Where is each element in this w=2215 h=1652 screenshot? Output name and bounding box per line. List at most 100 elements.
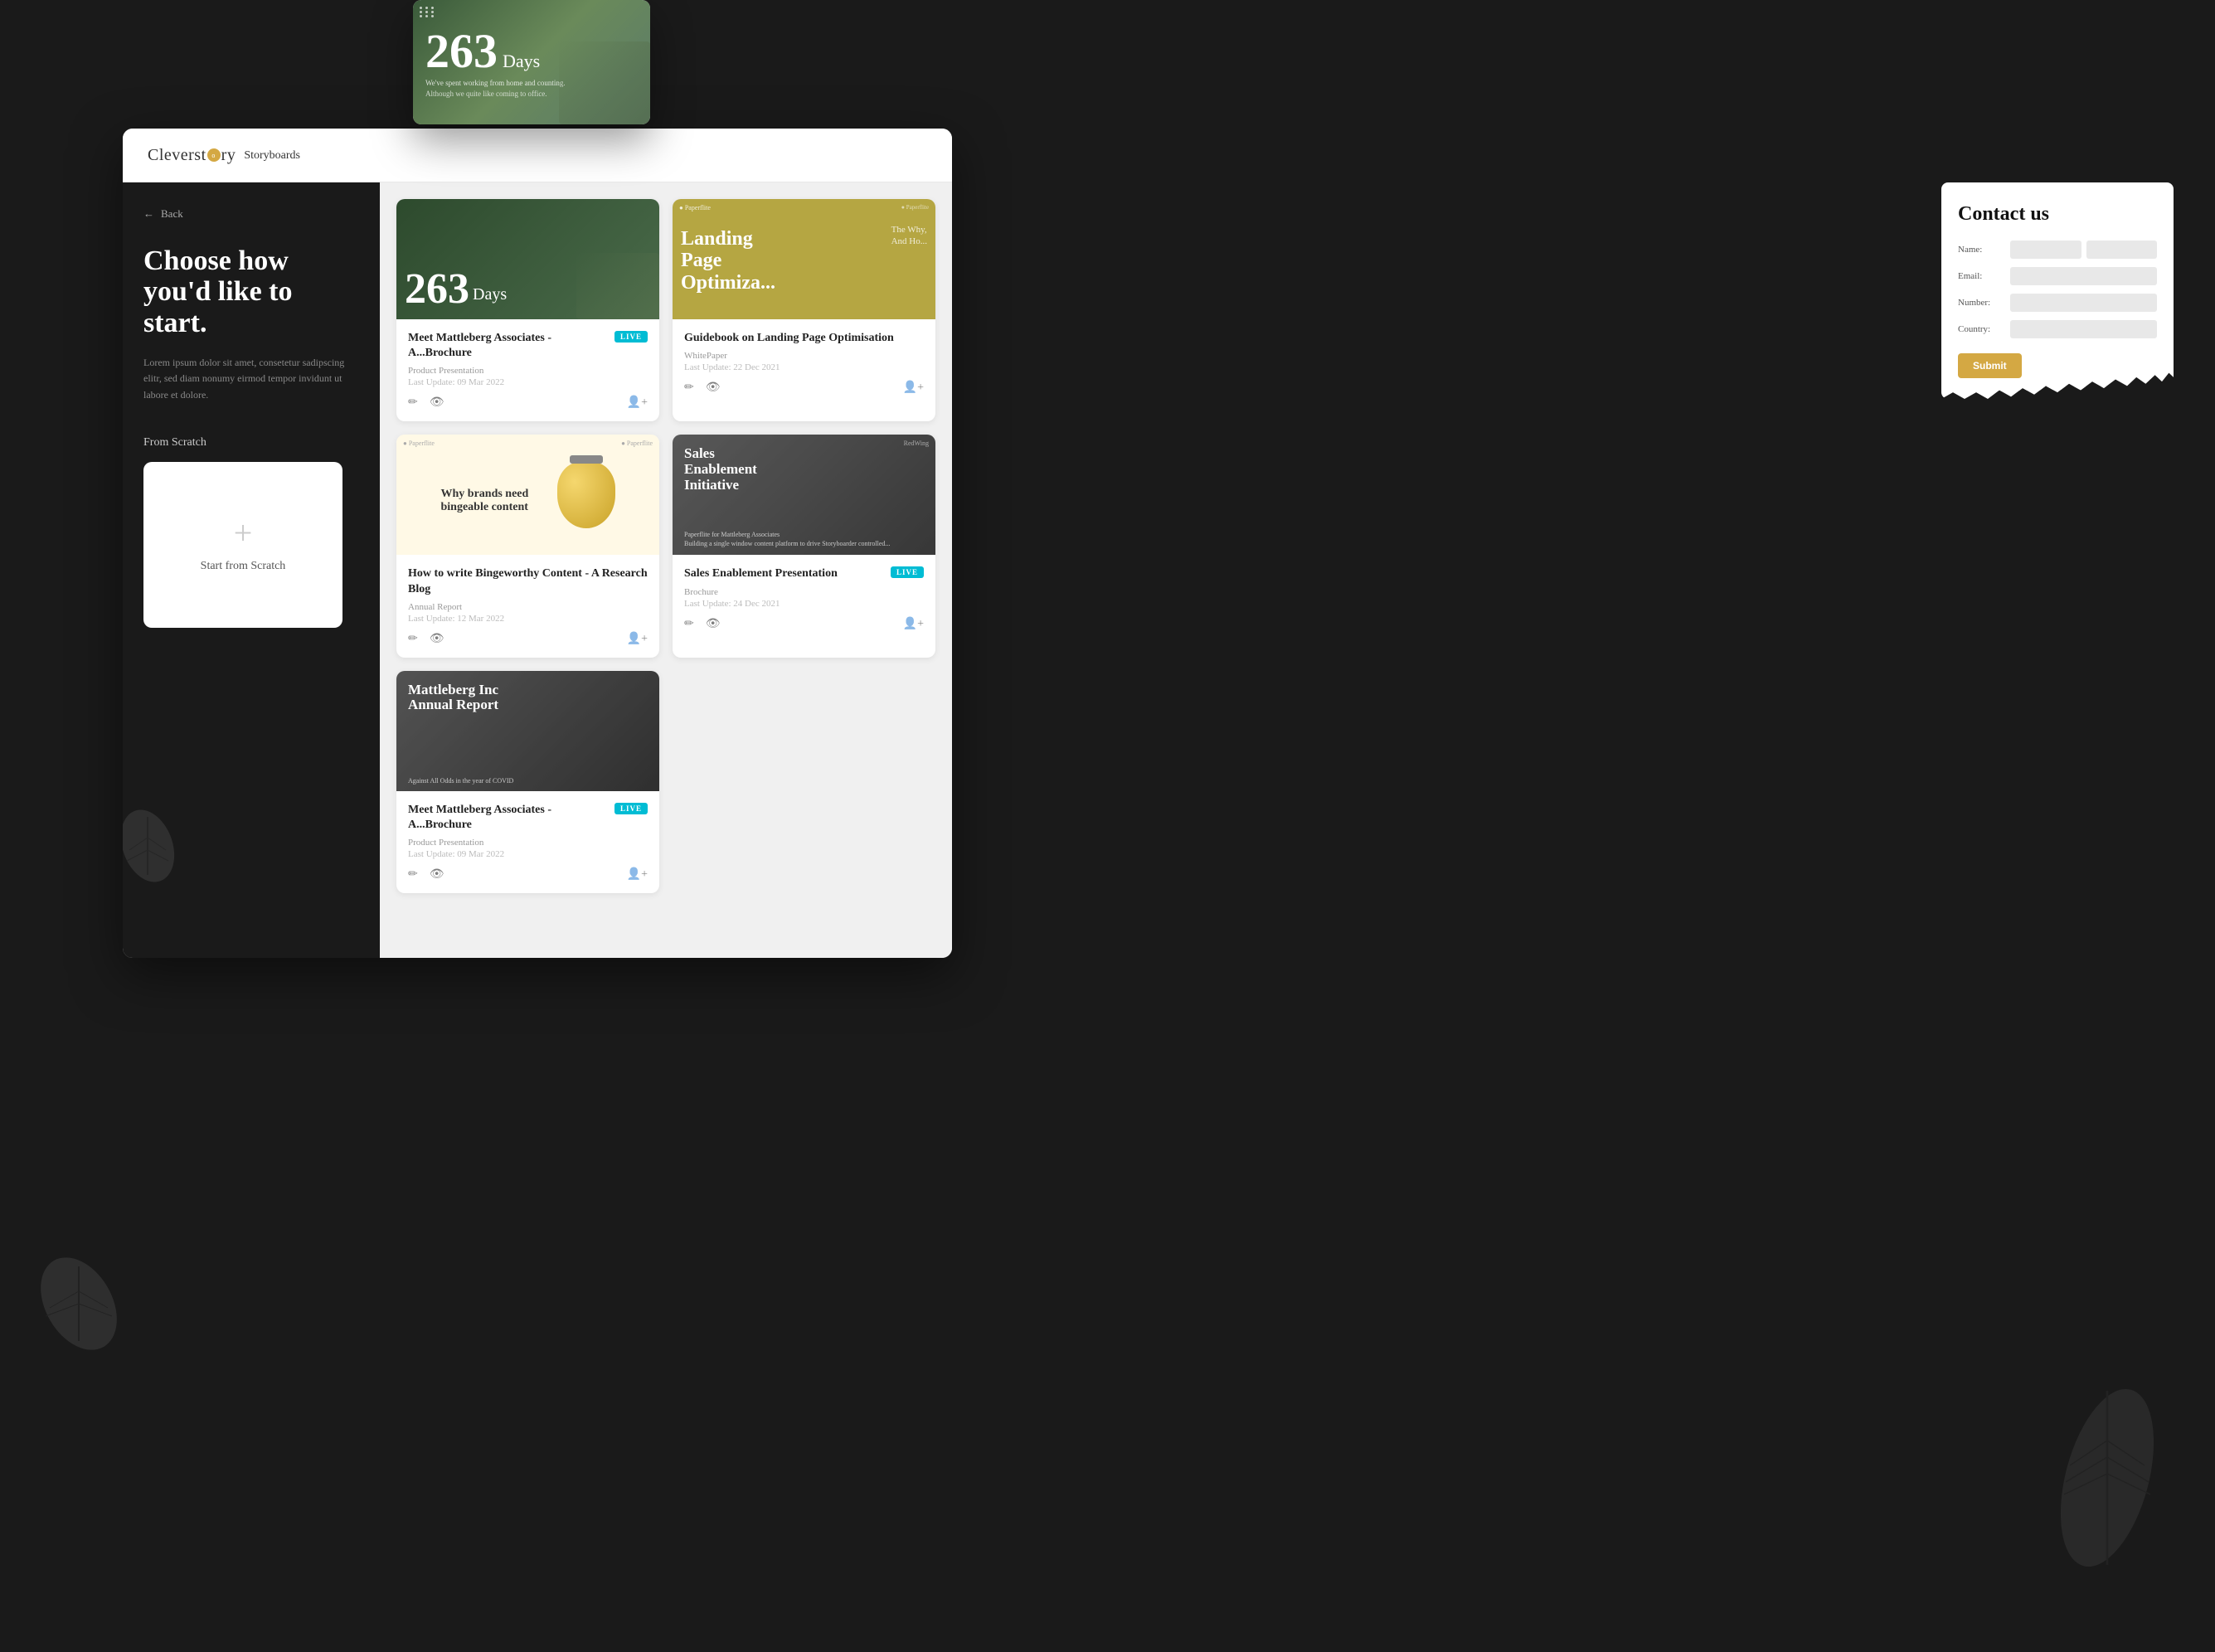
people-silhouette [559, 41, 650, 124]
contact-number-label: Number: [1958, 298, 2004, 308]
preview-icon-5[interactable]: 👁 [706, 381, 721, 395]
card-1-thumbnail: 263 Days [396, 199, 659, 319]
card-5-body: Guidebook on Landing Page Optimisation W… [673, 319, 935, 406]
share-icon-2[interactable]: 👤+ [627, 632, 648, 646]
card-2-body: How to write Bingeworthy Content - A Res… [396, 555, 659, 657]
back-label: Back [161, 207, 183, 221]
paperflite-tag-2: ● Paperflite [403, 440, 435, 447]
edit-icon-4[interactable]: ✏ [408, 867, 418, 882]
scratch-card[interactable]: + Start from Scratch [143, 462, 342, 628]
card-4-subtitle: Product Presentation [408, 838, 648, 848]
preview-icon-1[interactable]: 👁 [430, 396, 444, 410]
logo[interactable]: Cleverst o ry [148, 146, 236, 165]
card-2-subtitle: Annual Report [408, 602, 648, 612]
from-scratch-label: From Scratch [143, 436, 359, 449]
card-4-body: Meet Mattleberg Associates - A...Brochur… [396, 791, 659, 893]
big-number: 263 [405, 268, 469, 311]
story-card-4: Mattleberg IncAnnual Report Against All … [396, 671, 659, 893]
landing-title: LandingPageOptimiza... [681, 228, 927, 294]
card-4-date: Last Update: 09 Mar 2022 [408, 849, 648, 859]
preview-icon-4[interactable]: 👁 [430, 867, 444, 882]
paperflite-tag-5: ● Paperflite [679, 204, 711, 211]
bee-jar-illustration [557, 462, 615, 528]
torn-paper-bottom [1941, 386, 2174, 411]
bg-leaf-right [2024, 1374, 2190, 1586]
logo-text-before: Cleverst [148, 146, 206, 165]
card-4-title: Meet Mattleberg Associates - A...Brochur… [408, 803, 608, 833]
preview-icon-2[interactable]: 👁 [430, 632, 444, 646]
sales-desc-thumb: Paperflite for Mattleberg Associates Bui… [684, 530, 924, 548]
bees-title-text: Why brands need bingeable content [441, 488, 549, 516]
preview-img-263: 263 Days We've spent working from home a… [413, 0, 650, 124]
bg-leaf-left [25, 1250, 133, 1362]
story-card-1: 263 Days Meet Mattleberg Associates - A.… [396, 199, 659, 421]
card-2-actions: ✏ 👁 👤+ [408, 632, 648, 646]
share-icon-1[interactable]: 👤+ [627, 396, 648, 410]
contact-last-name[interactable] [2086, 241, 2158, 259]
left-panel: ← Back Choose how you'd like to start. L… [123, 182, 380, 958]
story-card-2: ● Paperflite ● Paperflite Why brands nee… [396, 435, 659, 657]
paperflite-tag-2b: ● Paperflite [621, 440, 653, 447]
contact-number[interactable] [2010, 294, 2157, 312]
contact-country-label: Country: [1958, 324, 2004, 334]
contact-country-row: Country: [1958, 320, 2157, 338]
annual-sub-thumb: Against All Odds in the year of COVID [408, 777, 648, 785]
card-3-subtitle: Brochure [684, 587, 924, 597]
edit-icon-5[interactable]: ✏ [684, 381, 694, 395]
leaf-decoration-left [123, 804, 189, 892]
paperflite-tag-5b: ● Paperflite [901, 204, 929, 211]
panel-title: Choose how you'd like to start. [143, 245, 359, 338]
edit-icon-3[interactable]: ✏ [684, 617, 694, 631]
annual-title-thumb: Mattleberg IncAnnual Report [396, 671, 659, 725]
card-1-body: Meet Mattleberg Associates - A...Brochur… [396, 319, 659, 421]
card-1-date: Last Update: 09 Mar 2022 [408, 377, 648, 387]
contact-number-row: Number: [1958, 294, 2157, 312]
contact-name-row: Name: [1958, 241, 2157, 259]
days-label: Days [473, 285, 507, 304]
share-icon-5[interactable]: 👤+ [903, 381, 924, 395]
nav-storyboards[interactable]: Storyboards [236, 145, 308, 166]
contact-country[interactable] [2010, 320, 2157, 338]
sales-title-thumb: SalesEnablementInitiative [673, 435, 935, 504]
back-button[interactable]: ← Back [143, 207, 359, 221]
landing-side: The Why,And Ho... [891, 224, 927, 248]
contact-panel: Contact us Name: Email: Number: Country:… [1941, 182, 2174, 399]
card-4-live-badge: LIVE [614, 803, 648, 814]
contact-title: Contact us [1958, 203, 2157, 226]
story-card-5: ● Paperflite ● Paperflite LandingPageOpt… [673, 199, 935, 421]
header: Cleverst o ry Storyboards [123, 129, 952, 182]
edit-icon-1[interactable]: ✏ [408, 396, 418, 410]
edit-icon-2[interactable]: ✏ [408, 632, 418, 646]
contact-name-label: Name: [1958, 245, 2004, 255]
floating-preview-263: 263 Days We've spent working from home a… [413, 0, 650, 124]
card-4-actions: ✏ 👁 👤+ [408, 867, 648, 882]
people-image [576, 253, 659, 319]
submit-button[interactable]: Submit [1958, 353, 2022, 378]
contact-first-name[interactable] [2010, 241, 2081, 259]
start-from-scratch-label: Start from Scratch [201, 560, 286, 573]
share-icon-3[interactable]: 👤+ [903, 617, 924, 631]
main-nav: Storyboards [236, 148, 308, 163]
card-3-date: Last Update: 24 Dec 2021 [684, 599, 924, 609]
logo-text-after: ry [221, 146, 236, 165]
app-window: Cleverst o ry Storyboards ← Back Choose … [123, 129, 952, 958]
card-3-title: Sales Enablement Presentation [684, 566, 884, 581]
card-5-date: Last Update: 22 Dec 2021 [684, 362, 924, 372]
contact-email-row: Email: [1958, 267, 2157, 285]
card-1-actions: ✏ 👁 👤+ [408, 396, 648, 410]
card-5-thumbnail: ● Paperflite ● Paperflite LandingPageOpt… [673, 199, 935, 319]
card-5-subtitle: WhitePaper [684, 351, 924, 361]
card-1-title: Meet Mattleberg Associates - A...Brochur… [408, 331, 608, 361]
preview-icon-3[interactable]: 👁 [706, 617, 721, 631]
card-4-thumbnail: Mattleberg IncAnnual Report Against All … [396, 671, 659, 791]
share-icon-4[interactable]: 👤+ [627, 867, 648, 882]
contact-email[interactable] [2010, 267, 2157, 285]
panel-description: Lorem ipsum dolor sit amet, consetetur s… [143, 355, 359, 403]
card-2-date: Last Update: 12 Mar 2022 [408, 614, 648, 624]
card-3-actions: ✏ 👁 👤+ [684, 617, 924, 631]
card-3-body: Sales Enablement Presentation LIVE Broch… [673, 555, 935, 642]
content-area: 263 Days Meet Mattleberg Associates - A.… [380, 182, 952, 958]
card-3-thumbnail: RedWing SalesEnablementInitiative Paperf… [673, 435, 935, 555]
logo-dot-icon: o [207, 148, 221, 162]
back-arrow-icon: ← [143, 207, 154, 221]
